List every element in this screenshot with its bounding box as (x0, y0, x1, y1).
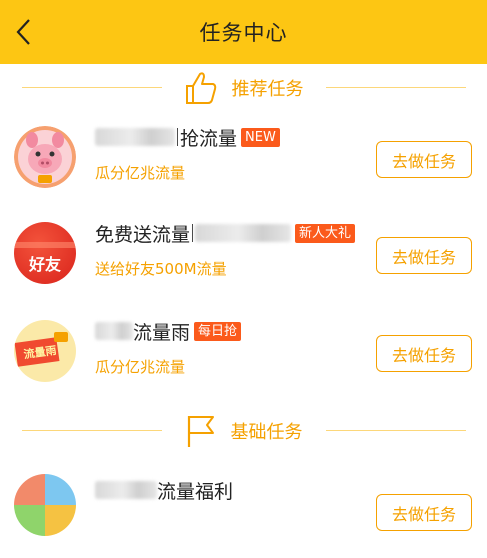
divider-left (22, 87, 162, 88)
obscured-text (95, 128, 175, 146)
friend-avatar: 好友 (14, 222, 76, 284)
chevron-left-icon (16, 19, 30, 45)
task-title-row: 免费送流量 新人大礼 (95, 220, 356, 246)
status-badge: 每日抢 (194, 321, 242, 341)
obscured-text (195, 224, 292, 242)
section-recommended: 推荐任务 (0, 66, 487, 110)
task-name: 免费送流量 (95, 223, 191, 246)
pig-mascot-avatar (14, 126, 76, 188)
task-item: 抢流量 NEW 瓜分亿兆流量 去做任务 (0, 112, 487, 208)
task-subtitle: 瓜分亿兆流量 (95, 358, 186, 376)
do-task-button[interactable]: 去做任务 (376, 494, 472, 531)
do-task-button[interactable]: 去做任务 (376, 335, 472, 372)
avatar-label: 好友 (28, 255, 61, 274)
task-subtitle: 送给好友500M流量 (95, 260, 227, 278)
task-name: 抢流量 (180, 127, 238, 150)
divider-left (22, 430, 162, 431)
task-item: 流量福利 去做任务 (0, 462, 487, 558)
task-item: 好友 免费送流量 新人大礼 送给好友500M流量 去做任务 (0, 208, 487, 304)
obscured-text (95, 322, 133, 340)
task-subtitle: 瓜分亿兆流量 (95, 164, 186, 182)
status-badge: 新人大礼 (295, 223, 356, 243)
section-label: 推荐任务 (231, 79, 304, 100)
traffic-rain-avatar: 流量雨 (14, 320, 76, 382)
section-label: 基础任务 (230, 422, 303, 443)
task-title-row: 抢流量 NEW (95, 124, 280, 150)
section-basic: 基础任务 (0, 409, 487, 453)
top-bar: 任务中心 (0, 0, 487, 64)
divider-right (326, 87, 466, 88)
task-name: 流量雨 (133, 321, 191, 344)
do-task-button[interactable]: 去做任务 (376, 141, 472, 178)
back-button[interactable] (6, 14, 40, 50)
task-name: 流量福利 (157, 480, 234, 503)
task-title-row: 流量雨 每日抢 (95, 318, 242, 344)
do-task-button[interactable]: 去做任务 (376, 237, 472, 274)
task-title-row: 流量福利 (95, 477, 233, 503)
task-item: 流量雨 流量雨 每日抢 瓜分亿兆流量 去做任务 (0, 306, 487, 402)
obscured-text (95, 481, 157, 499)
thumbs-up-icon (185, 72, 216, 104)
page-title: 任务中心 (199, 21, 288, 45)
divider-right (326, 430, 466, 431)
status-badge: NEW (241, 127, 280, 147)
flag-icon (187, 416, 214, 447)
colorful-tiles-avatar (14, 474, 76, 536)
